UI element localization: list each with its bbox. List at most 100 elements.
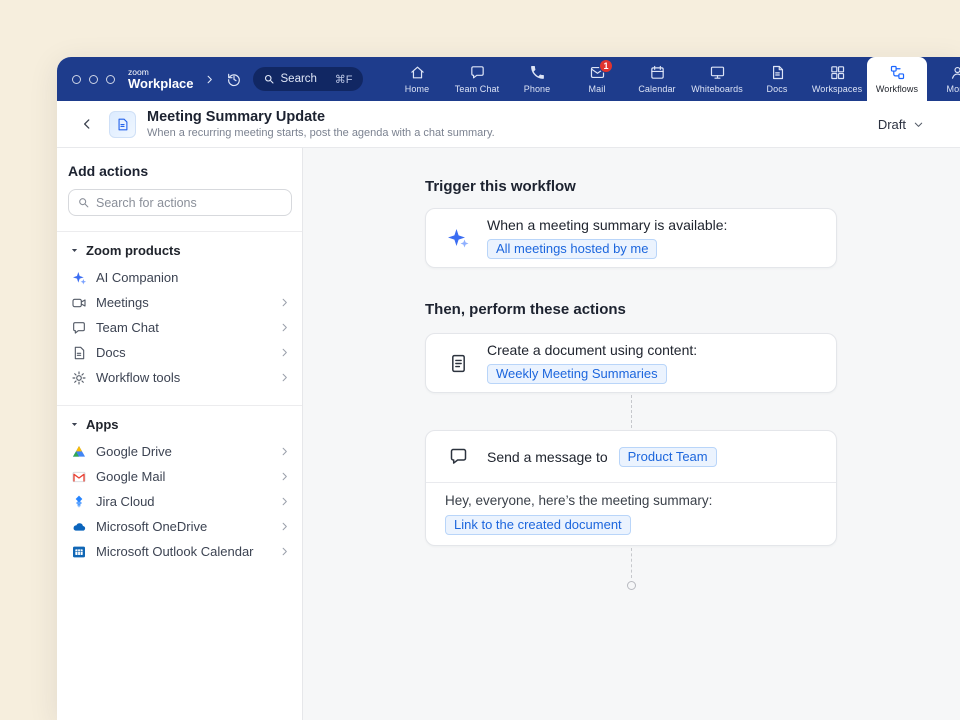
phone-icon	[529, 64, 546, 81]
recipient-tag[interactable]: Product Team	[619, 447, 717, 467]
document-icon	[769, 64, 786, 81]
actions-search-input[interactable]	[96, 196, 283, 210]
create-document-card[interactable]: Create a document using content: Weekly …	[425, 333, 837, 393]
document-icon	[71, 345, 87, 361]
send-message-card[interactable]: Send a message to Product Team Hey, ever…	[425, 430, 837, 546]
gear-icon	[71, 370, 87, 386]
sidebar-item-meetings[interactable]: Meetings	[68, 290, 292, 315]
window-close-button[interactable]	[72, 75, 81, 84]
chat-bubble-icon	[71, 320, 87, 336]
window-controls[interactable]	[72, 75, 115, 84]
nav-tabs: Home Team Chat Phone Mail 1 Calendar	[387, 57, 960, 101]
chevron-right-icon	[279, 496, 290, 507]
sidebar-item-microsoft-outlook-calendar[interactable]: Microsoft Outlook Calendar	[68, 539, 292, 564]
google-drive-icon	[71, 444, 87, 460]
sidebar-item-docs[interactable]: Docs	[68, 340, 292, 365]
sidebar-item-workflow-tools[interactable]: Workflow tools	[68, 365, 292, 390]
chevron-right-icon	[279, 546, 290, 557]
trigger-card[interactable]: When a meeting summary is available: All…	[425, 208, 837, 268]
nav-tab-more[interactable]: More	[927, 57, 960, 101]
app-window: zoom Workplace Search ⌘F Home Team Chat	[57, 57, 960, 720]
search-label: Search	[281, 73, 317, 85]
nav-tab-team-chat[interactable]: Team Chat	[447, 57, 507, 101]
document-content-tag[interactable]: Weekly Meeting Summaries	[487, 364, 667, 384]
send-message-text: Send a message to	[487, 449, 608, 465]
status-badge: Draft	[878, 117, 906, 132]
search-icon	[77, 196, 90, 209]
workspaces-icon	[829, 64, 846, 81]
nav-tab-calendar[interactable]: Calendar	[627, 57, 687, 101]
sidebar-item-ai-companion[interactable]: AI Companion	[68, 265, 292, 290]
chevron-right-icon	[279, 347, 290, 358]
window-zoom-button[interactable]	[106, 75, 115, 84]
contacts-icon	[949, 64, 960, 81]
trigger-scope-tag[interactable]: All meetings hosted by me	[487, 239, 657, 259]
chevron-right-icon	[279, 372, 290, 383]
actions-sidebar: Add actions Zoom products AI Companion M…	[57, 148, 303, 720]
trigger-heading: Trigger this workflow	[425, 178, 576, 195]
message-body-text: Hey, everyone, here’s the meeting summar…	[445, 493, 820, 508]
nav-tab-whiteboards[interactable]: Whiteboards	[687, 57, 747, 101]
ai-sparkle-icon	[446, 226, 470, 250]
sidebar-title: Add actions	[68, 163, 292, 179]
nav-tab-mail[interactable]: Mail 1	[567, 57, 627, 101]
document-icon	[446, 351, 470, 375]
caret-down-icon	[70, 420, 79, 429]
nav-tab-docs[interactable]: Docs	[747, 57, 807, 101]
document-link-tag[interactable]: Link to the created document	[445, 515, 631, 535]
nav-tab-workspaces[interactable]: Workspaces	[807, 57, 867, 101]
caret-down-icon	[70, 246, 79, 255]
actions-search[interactable]	[68, 189, 292, 216]
create-document-text: Create a document using content:	[487, 342, 697, 358]
back-button[interactable]	[75, 112, 99, 136]
sparkle-icon	[71, 270, 87, 286]
sidebar-item-jira-cloud[interactable]: Jira Cloud	[68, 489, 292, 514]
chevron-left-icon	[80, 117, 94, 131]
gmail-icon	[71, 469, 87, 485]
jira-icon	[71, 494, 87, 510]
nav-tab-phone[interactable]: Phone	[507, 57, 567, 101]
trigger-text: When a meeting summary is available:	[487, 217, 727, 233]
nav-tab-workflows[interactable]: Workflows	[867, 57, 927, 101]
global-search[interactable]: Search ⌘F	[253, 67, 363, 91]
zoom-workplace-logo: zoom Workplace	[128, 68, 194, 91]
chat-bubble-icon	[469, 64, 486, 81]
workflow-subtitle: When a recurring meeting starts, post th…	[147, 127, 495, 139]
speech-bubble-icon	[446, 445, 470, 469]
status-dropdown[interactable]: Draft	[872, 113, 930, 136]
actions-heading: Then, perform these actions	[425, 301, 626, 318]
sidebar-item-team-chat[interactable]: Team Chat	[68, 315, 292, 340]
calendar-icon	[649, 64, 666, 81]
section-apps[interactable]: Apps	[68, 406, 292, 439]
workflow-canvas: Trigger this workflow When a meeting sum…	[303, 148, 960, 720]
sidebar-item-google-drive[interactable]: Google Drive	[68, 439, 292, 464]
top-navbar: zoom Workplace Search ⌘F Home Team Chat	[57, 57, 960, 101]
chevron-right-icon[interactable]	[204, 74, 215, 85]
search-icon	[263, 73, 275, 85]
section-zoom-products[interactable]: Zoom products	[68, 232, 292, 265]
chevron-right-icon	[279, 446, 290, 457]
sidebar-item-microsoft-onedrive[interactable]: Microsoft OneDrive	[68, 514, 292, 539]
outlook-calendar-icon	[71, 544, 87, 560]
chevron-right-icon	[279, 521, 290, 532]
chevron-right-icon	[279, 297, 290, 308]
workflows-icon	[889, 64, 906, 81]
chevron-down-icon	[913, 119, 924, 130]
workflow-end-node[interactable]	[627, 581, 636, 590]
workflow-title-block: Meeting Summary Update When a recurring …	[147, 109, 495, 139]
connector-line	[631, 395, 632, 428]
sidebar-item-google-mail[interactable]: Google Mail	[68, 464, 292, 489]
search-shortcut: ⌘F	[335, 73, 353, 86]
window-minimize-button[interactable]	[89, 75, 98, 84]
workflow-title: Meeting Summary Update	[147, 109, 495, 125]
nav-tab-home[interactable]: Home	[387, 57, 447, 101]
chevron-right-icon	[279, 471, 290, 482]
history-icon[interactable]	[226, 71, 242, 87]
chevron-right-icon	[279, 322, 290, 333]
workflow-thumbnail-icon	[109, 111, 136, 138]
onedrive-icon	[71, 519, 87, 535]
whiteboard-icon	[709, 64, 726, 81]
video-camera-icon	[71, 295, 87, 311]
workflow-header: Meeting Summary Update When a recurring …	[57, 101, 960, 148]
home-icon	[409, 64, 426, 81]
